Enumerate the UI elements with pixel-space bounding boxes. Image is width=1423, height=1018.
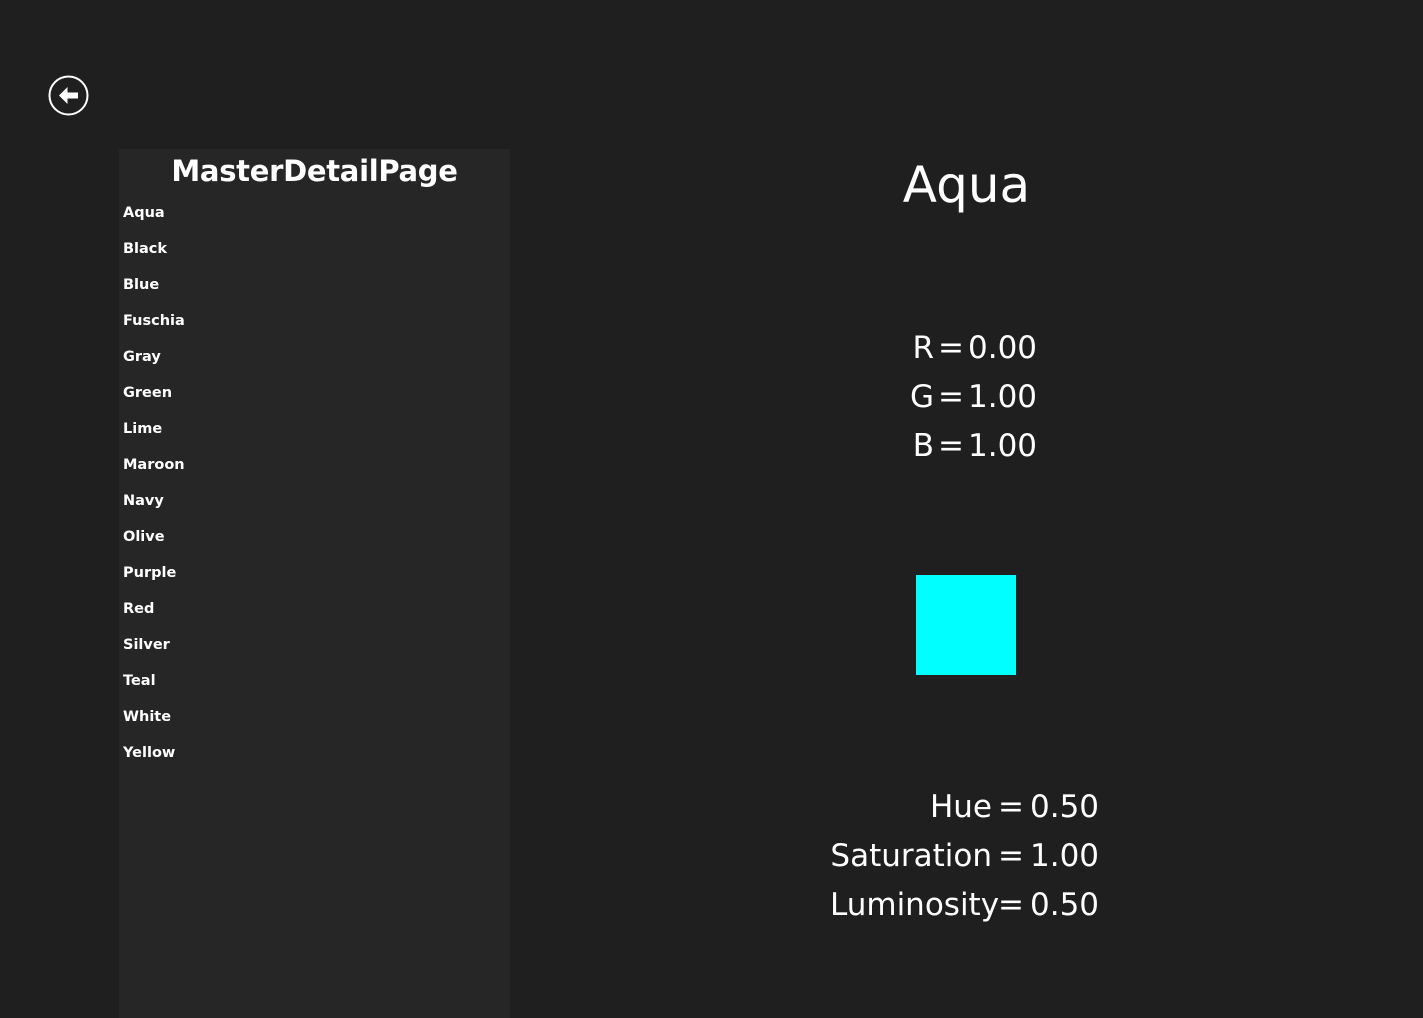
list-item[interactable]: Green xyxy=(123,381,503,417)
equals-sign: = xyxy=(938,428,964,464)
hsl-label: Luminosity xyxy=(830,887,1000,923)
rgb-label: G xyxy=(909,379,934,415)
hsl-value: 1.00 xyxy=(1030,838,1100,874)
list-item[interactable]: Red xyxy=(123,597,503,633)
master-title: MasterDetailPage xyxy=(171,154,458,188)
list-item[interactable]: Purple xyxy=(123,561,503,597)
rgb-value: 0.00 xyxy=(968,330,1038,366)
hsl-row-saturation: Saturation = 1.00 xyxy=(830,832,1120,881)
list-item[interactable]: Black xyxy=(123,237,503,273)
app-window: MasterDetailPage Aqua Black Blue Fuschia… xyxy=(0,0,1423,1018)
list-item[interactable]: Navy xyxy=(123,489,503,525)
list-item[interactable]: Lime xyxy=(123,417,503,453)
rgb-row-r: R = 0.00 xyxy=(890,324,1050,373)
rgb-label: R xyxy=(912,330,934,366)
list-item[interactable]: White xyxy=(123,705,503,741)
rgb-row-g: G = 1.00 xyxy=(890,373,1050,422)
master-pane: MasterDetailPage Aqua Black Blue Fuschia… xyxy=(119,149,510,1018)
detail-title: Aqua xyxy=(902,156,1031,214)
color-swatch xyxy=(916,575,1016,675)
equals-sign: = xyxy=(938,379,964,415)
back-button[interactable] xyxy=(48,75,89,116)
list-item[interactable]: Gray xyxy=(123,345,503,381)
list-item[interactable]: Maroon xyxy=(123,453,503,489)
hsl-row-hue: Hue = 0.50 xyxy=(830,783,1120,832)
rgb-value: 1.00 xyxy=(968,379,1038,415)
hsl-row-luminosity: Luminosity = 0.50 xyxy=(830,881,1120,930)
rgb-value: 1.00 xyxy=(968,428,1038,464)
list-item[interactable]: Aqua xyxy=(123,201,503,237)
color-list: Aqua Black Blue Fuschia Gray Green Lime … xyxy=(123,201,503,777)
hsl-values: Hue = 0.50 Saturation = 1.00 Luminosity … xyxy=(830,783,1120,930)
list-item[interactable]: Olive xyxy=(123,525,503,561)
hsl-label: Hue xyxy=(929,789,992,825)
list-item[interactable]: Silver xyxy=(123,633,503,669)
equals-sign: = xyxy=(998,887,1024,923)
back-arrow-icon xyxy=(48,75,89,116)
equals-sign: = xyxy=(998,789,1024,825)
list-item[interactable]: Blue xyxy=(123,273,503,309)
list-item[interactable]: Fuschia xyxy=(123,309,503,345)
rgb-values: R = 0.00 G = 1.00 B = 1.00 xyxy=(890,324,1050,471)
list-item[interactable]: Teal xyxy=(123,669,503,705)
rgb-row-b: B = 1.00 xyxy=(890,422,1050,471)
hsl-label: Saturation xyxy=(830,838,992,874)
equals-sign: = xyxy=(998,838,1024,874)
detail-pane: Aqua R = 0.00 G = 1.00 B = 1.00 Hue = 0.… xyxy=(510,0,1423,1018)
rgb-label: B xyxy=(912,428,934,464)
equals-sign: = xyxy=(938,330,964,366)
list-item[interactable]: Yellow xyxy=(123,741,503,777)
hsl-value: 0.50 xyxy=(1030,887,1100,923)
hsl-value: 0.50 xyxy=(1030,789,1100,825)
